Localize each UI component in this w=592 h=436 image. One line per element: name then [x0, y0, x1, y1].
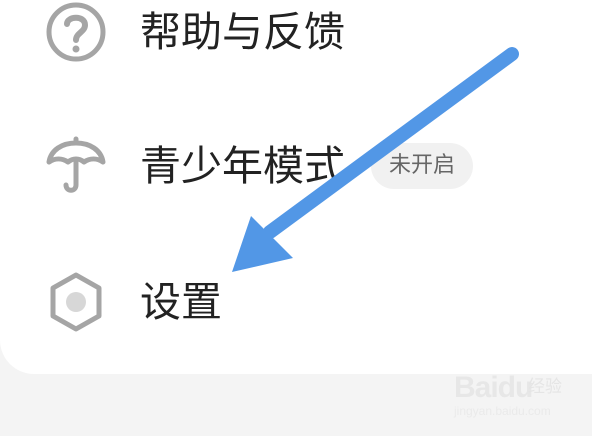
- settings-menu-item[interactable]: 设置: [40, 260, 560, 344]
- help-feedback-menu-item[interactable]: 帮助与反馈: [40, 0, 560, 74]
- question-circle-icon: [40, 0, 112, 68]
- screenshot-page: 帮助与反馈 青少年模式 未开启 设置 Baidu 经验 jingyan.baid…: [0, 0, 592, 436]
- help-feedback-label: 帮助与反馈: [140, 7, 345, 56]
- hexagon-settings-icon: [40, 266, 112, 338]
- watermark-brand: Baidu: [454, 371, 533, 404]
- youth-mode-menu-item[interactable]: 青少年模式 未开启: [40, 124, 560, 208]
- baidu-jingyan-watermark: Baidu 经验 jingyan.baidu.com: [454, 370, 574, 420]
- watermark-product: 经验: [528, 377, 562, 397]
- youth-mode-status-badge: 未开启: [371, 143, 474, 189]
- umbrella-icon: [40, 130, 112, 202]
- watermark-url: jingyan.baidu.com: [454, 404, 551, 418]
- menu-panel: 帮助与反馈 青少年模式 未开启 设置: [0, 0, 592, 374]
- youth-mode-label: 青少年模式: [140, 141, 345, 190]
- settings-label: 设置: [140, 277, 222, 326]
